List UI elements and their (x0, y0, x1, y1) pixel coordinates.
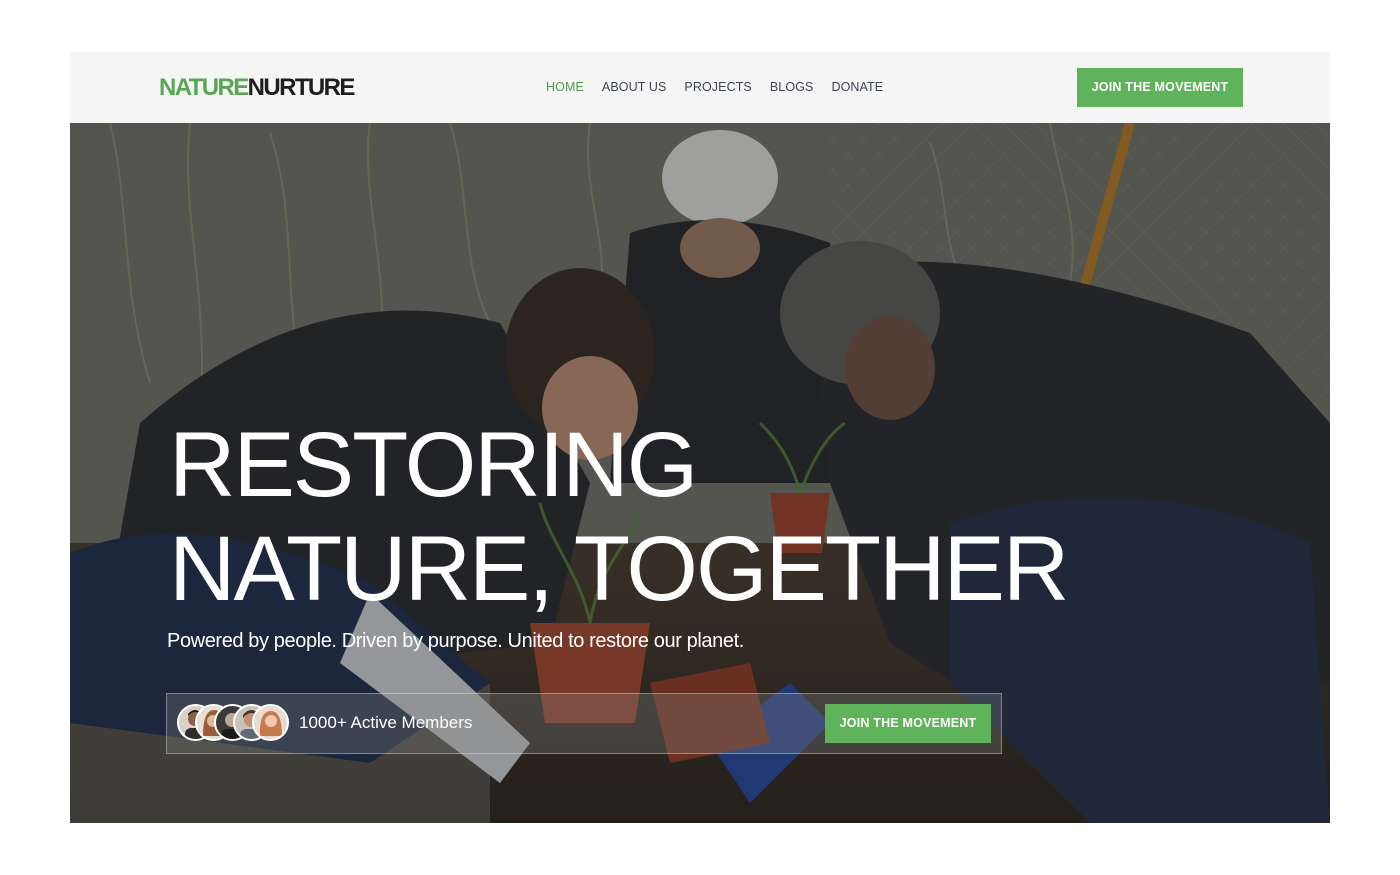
page-frame: NATURENURTURE HOME ABOUT US PROJECTS BLO… (70, 52, 1330, 823)
member-avatars (177, 704, 289, 741)
hero-tagline: Powered by people. Driven by purpose. Un… (167, 630, 744, 652)
headline-line-2: NATURE, TOGETHER (169, 518, 1069, 620)
hero-headline: RESTORING NATURE, TOGETHER (169, 413, 1069, 621)
join-movement-nav-button[interactable]: JOIN THE MOVEMENT (1077, 68, 1243, 107)
nav-item-projects[interactable]: PROJECTS (684, 79, 751, 95)
active-members-count: 1000+ Active Members (299, 713, 473, 732)
avatar (252, 704, 289, 741)
nav-item-donate[interactable]: DONATE (831, 79, 883, 95)
join-movement-hero-button[interactable]: JOIN THE MOVEMENT (825, 704, 991, 743)
headline-line-1: RESTORING (169, 414, 698, 516)
active-members-bar: 1000+ Active Members JOIN THE MOVEMENT (166, 693, 1002, 754)
top-navbar: NATURENURTURE HOME ABOUT US PROJECTS BLO… (70, 52, 1330, 123)
nav-item-blogs[interactable]: BLOGS (770, 79, 814, 95)
nav-item-about-us[interactable]: ABOUT US (602, 79, 666, 95)
hero-section: RESTORING NATURE, TOGETHER Powered by pe… (70, 123, 1330, 823)
logo-word-nature: NATURE (159, 74, 249, 101)
logo-word-nurture: NURTURE (247, 74, 356, 101)
nav-item-home[interactable]: HOME (546, 79, 584, 95)
site-logo[interactable]: NATURENURTURE (159, 74, 356, 102)
main-nav: HOME ABOUT US PROJECTS BLOGS DONATE (546, 79, 901, 95)
